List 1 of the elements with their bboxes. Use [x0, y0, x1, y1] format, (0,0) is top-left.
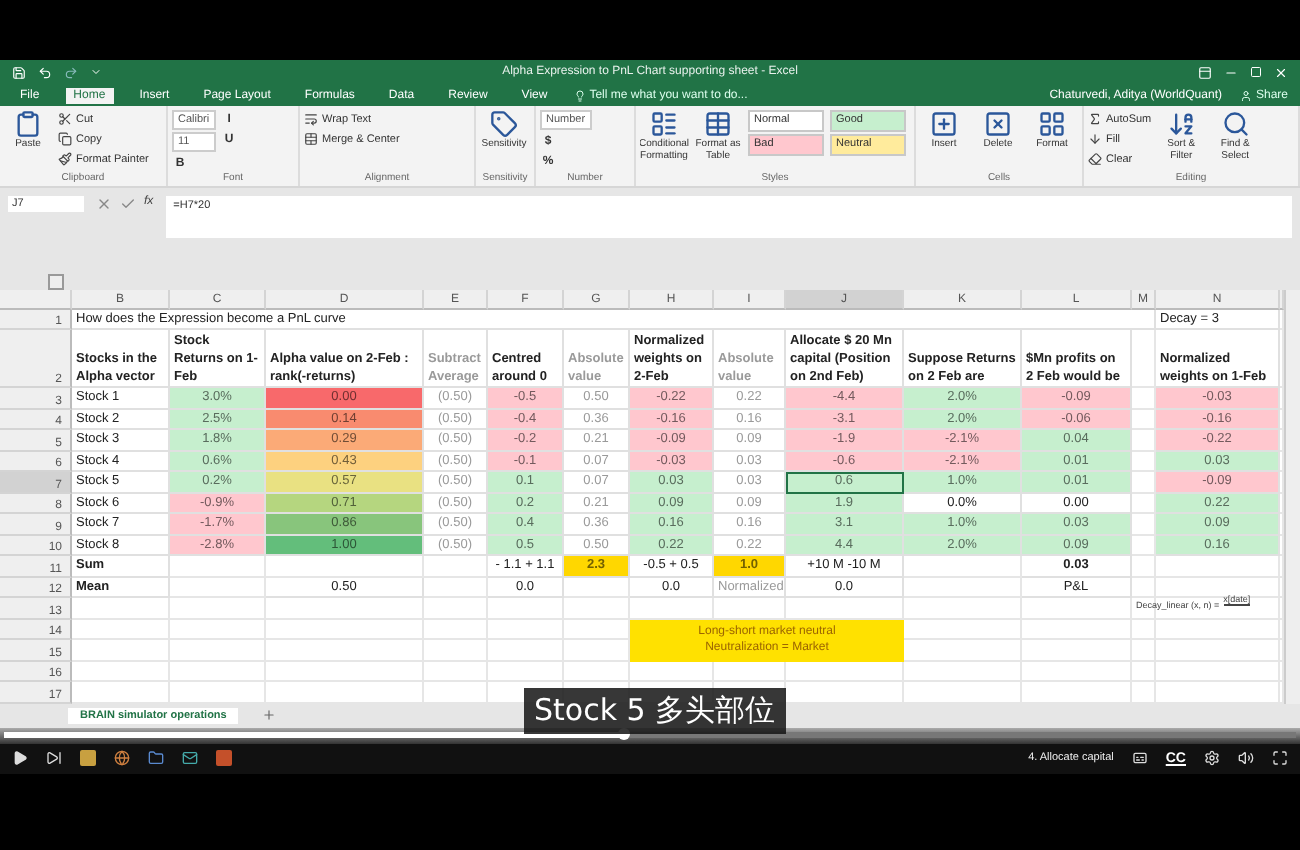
video-subtitle: Stock 5 多头部位 — [524, 688, 786, 734]
